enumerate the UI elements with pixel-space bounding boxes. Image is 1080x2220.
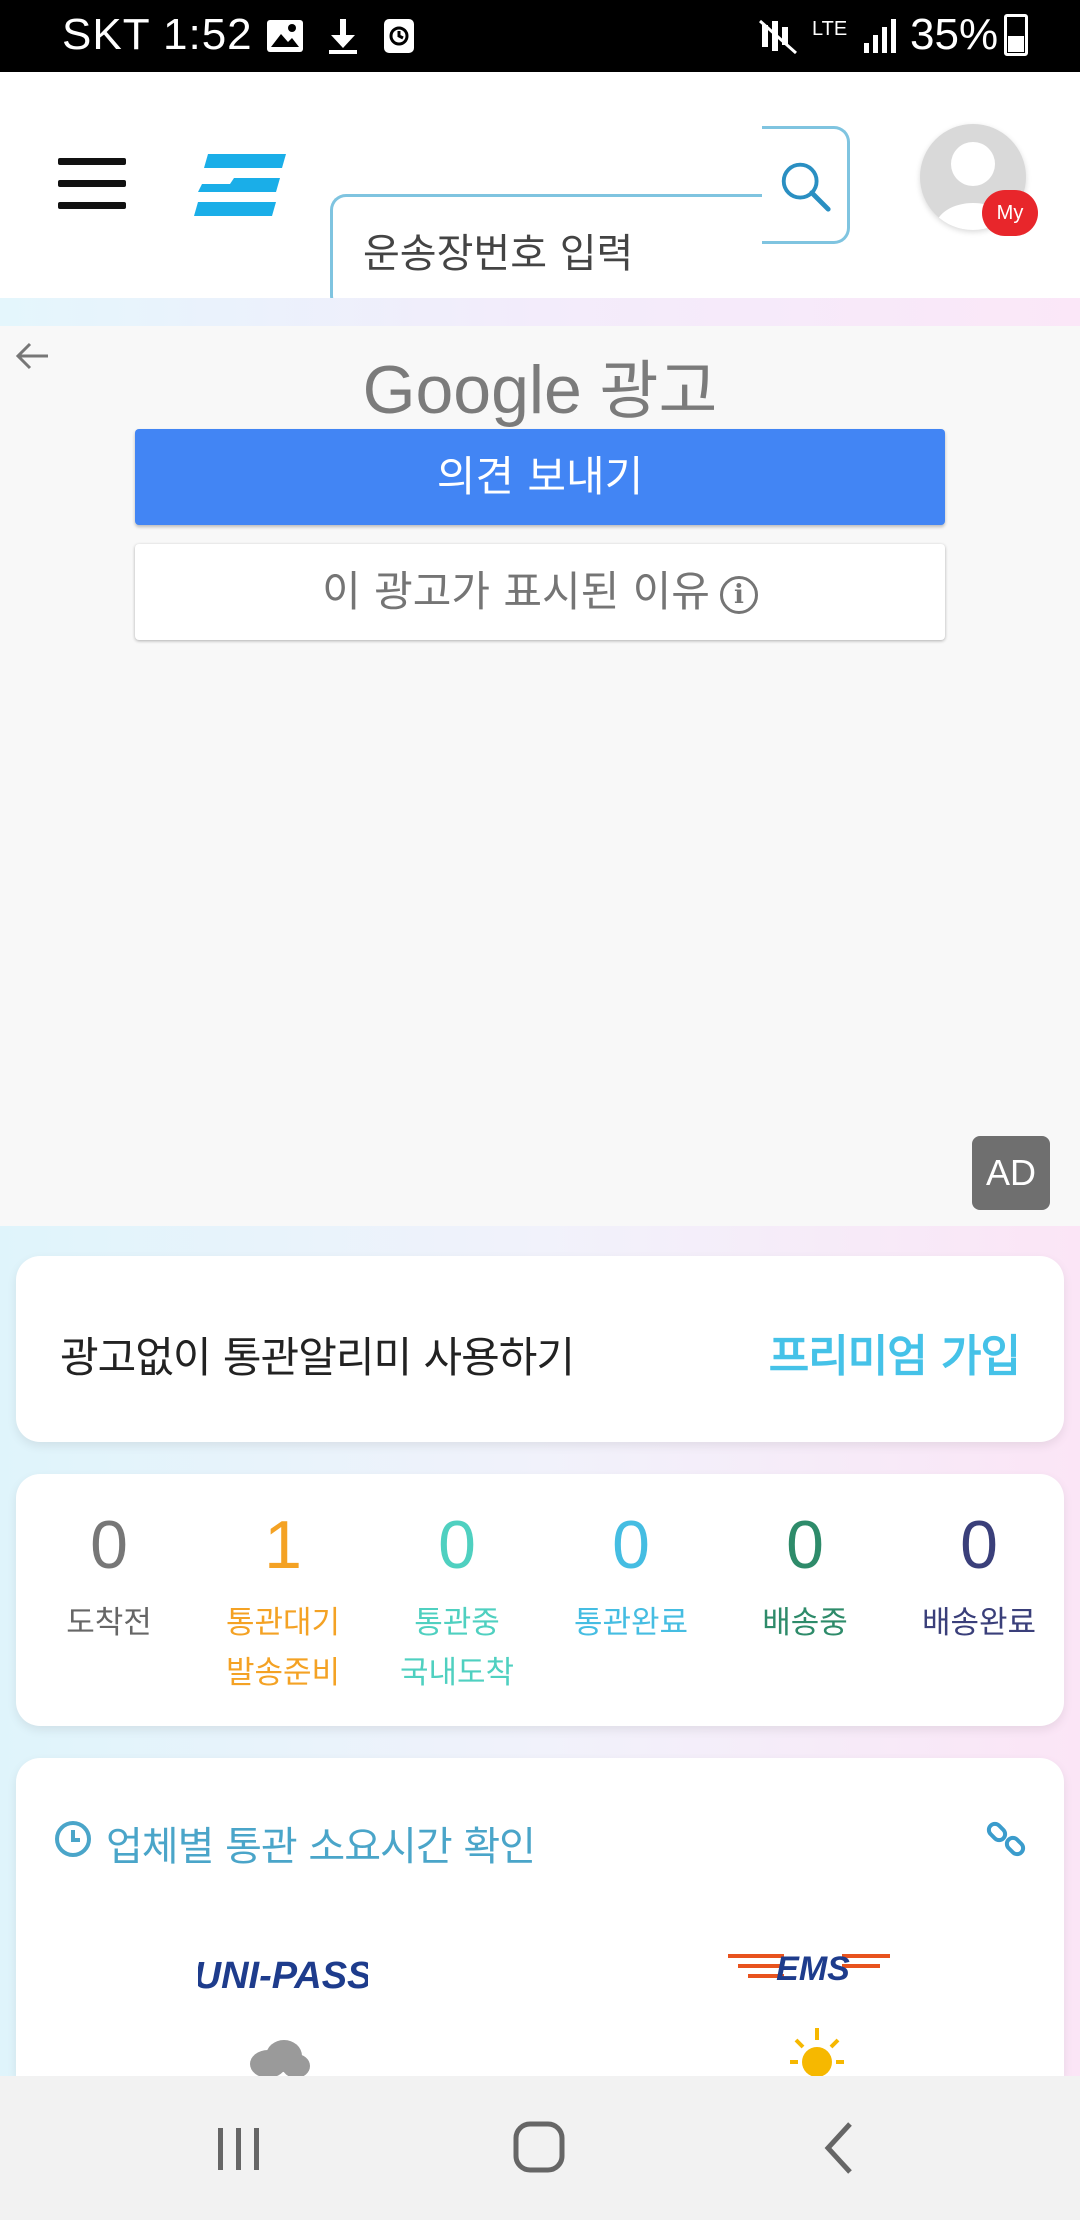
home-icon[interactable] xyxy=(500,2112,580,2184)
search-field xyxy=(330,194,768,312)
app-logo[interactable] xyxy=(194,154,286,216)
status-label: 배송중 xyxy=(762,1605,848,1641)
why-this-ad-button[interactable]: 이 광고가 표시된 이유 i xyxy=(135,544,945,640)
ad-panel: Google 광고 의견 보내기 이 광고가 표시된 이유 i AD xyxy=(0,326,1080,1226)
search-input[interactable] xyxy=(363,231,743,277)
status-label: 배송완료 xyxy=(921,1605,1037,1641)
ad-provider-suffix: 광고 xyxy=(599,355,718,427)
status-awaiting-clearance[interactable]: 1 통관대기 발송준비 xyxy=(196,1474,370,1698)
menu-icon[interactable] xyxy=(58,158,126,210)
status-count: 0 xyxy=(438,1507,476,1583)
status-in-clearance[interactable]: 0 통관중 국내도착 xyxy=(370,1474,544,1698)
status-bar: SKT 1:52 LTE 35% xyxy=(0,0,1080,72)
ems-logo-text: EMS xyxy=(776,1950,850,1988)
status-label: 통관중 국내도착 xyxy=(399,1605,515,1691)
status-count: 0 xyxy=(90,1507,128,1583)
network-type: LTE xyxy=(812,18,848,40)
status-delivered[interactable]: 0 배송완료 xyxy=(892,1474,1066,1648)
alarm-app-icon xyxy=(384,19,414,53)
main-content: 광고없이 통관알리미 사용하기 프리미엄 가입 0 도착전 1 통관대기 발송준… xyxy=(0,1226,1080,2078)
mute-icon xyxy=(759,19,797,55)
status-in-delivery[interactable]: 0 배송중 xyxy=(718,1474,892,1648)
app-header: My xyxy=(0,72,1080,312)
download-icon xyxy=(329,19,357,54)
shipment-status-card: 0 도착전 1 통관대기 발송준비 0 통관중 국내도착 0 통관완료 0 배송… xyxy=(16,1474,1064,1726)
rain-cloud-icon xyxy=(250,2040,310,2078)
search-button[interactable] xyxy=(762,126,850,244)
link-icon[interactable] xyxy=(984,1816,1030,1862)
clock-icon xyxy=(55,1821,91,1857)
unipass-logo[interactable]: UNI-PASS xyxy=(198,1944,368,2000)
status-count: 0 xyxy=(786,1507,824,1583)
battery-percent: 35% xyxy=(910,10,999,59)
premium-description: 광고없이 통관알리미 사용하기 xyxy=(60,1333,575,1382)
info-icon: i xyxy=(719,575,758,614)
ad-provider-label: Google 광고 xyxy=(0,340,1080,432)
status-before-arrival[interactable]: 0 도착전 xyxy=(22,1474,196,1648)
gradient-divider xyxy=(0,298,1080,326)
send-feedback-button[interactable]: 의견 보내기 xyxy=(135,429,945,525)
status-count: 0 xyxy=(612,1507,650,1583)
ad-badge[interactable]: AD xyxy=(972,1136,1050,1210)
signal-icon xyxy=(864,19,896,53)
back-icon[interactable] xyxy=(802,2112,882,2184)
status-time: SKT 1:52 xyxy=(62,10,253,59)
search-icon xyxy=(781,162,831,212)
image-icon xyxy=(267,20,303,52)
unipass-logo-text: UNI-PASS xyxy=(198,1955,368,1997)
google-logo: Google xyxy=(362,352,582,428)
ems-logo[interactable]: EMS xyxy=(724,1944,894,1988)
status-clearance-complete[interactable]: 0 통관완료 xyxy=(544,1474,718,1648)
status-label: 도착전 xyxy=(66,1605,152,1641)
sun-icon xyxy=(790,2028,844,2077)
status-count: 0 xyxy=(960,1507,998,1583)
recent-apps-icon[interactable] xyxy=(198,2112,278,2184)
battery-icon xyxy=(1004,14,1028,56)
my-badge[interactable]: My xyxy=(982,190,1038,236)
why-this-ad-label: 이 광고가 표시된 이유 xyxy=(322,567,710,616)
status-count: 1 xyxy=(264,1507,302,1583)
clearance-time-title: 업체별 통관 소요시간 확인 xyxy=(106,1824,536,1870)
status-label: 통관완료 xyxy=(573,1605,689,1641)
premium-card[interactable]: 광고없이 통관알리미 사용하기 프리미엄 가입 xyxy=(16,1256,1064,1442)
clearance-time-card: 업체별 통관 소요시간 확인 UNI-PASS EMS xyxy=(16,1758,1064,2078)
premium-signup-link[interactable]: 프리미엄 가입 xyxy=(769,1320,1021,1384)
status-label: 통관대기 발송준비 xyxy=(225,1605,341,1691)
system-navigation-bar xyxy=(0,2076,1080,2220)
